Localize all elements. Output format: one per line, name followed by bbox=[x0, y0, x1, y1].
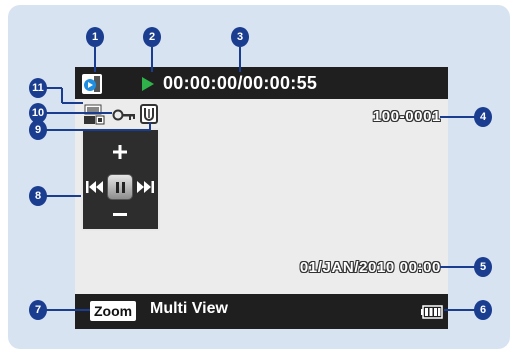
callout-badge-8: 8 bbox=[29, 186, 47, 206]
skip-previous-button[interactable] bbox=[86, 181, 104, 193]
play-status-icon bbox=[142, 77, 154, 91]
pause-button[interactable] bbox=[107, 174, 133, 200]
battery-icon bbox=[421, 305, 443, 319]
callout-badge-5: 5 bbox=[474, 257, 492, 277]
volume-down-button[interactable] bbox=[113, 213, 127, 217]
multi-view-button[interactable]: Multi View bbox=[150, 300, 228, 318]
resolution-720-hd-icon bbox=[84, 104, 105, 125]
date-time-display: 01/JAN/2010 00:00 bbox=[299, 259, 441, 276]
callout-badge-7: 7 bbox=[29, 300, 47, 320]
callout-badge-6: 6 bbox=[474, 300, 492, 320]
skip-next-button[interactable] bbox=[136, 181, 154, 193]
file-number: 100-0001 bbox=[372, 108, 441, 125]
callout-badge-4: 4 bbox=[474, 107, 492, 127]
zoom-button[interactable]: Zoom bbox=[90, 301, 137, 321]
playback-mode-icon bbox=[82, 74, 102, 94]
callout-badge-9: 9 bbox=[29, 120, 47, 140]
playback-timecode: 00:00:00/00:00:55 bbox=[163, 73, 318, 93]
callout-badge-11: 11 bbox=[29, 78, 47, 98]
volume-up-button[interactable] bbox=[113, 145, 127, 159]
callout-badge-1: 1 bbox=[86, 27, 104, 47]
callout-badge-2: 2 bbox=[143, 27, 161, 47]
callout-badge-10: 10 bbox=[29, 103, 47, 123]
anti-shake-icon bbox=[140, 104, 158, 124]
callout-badge-3: 3 bbox=[231, 27, 249, 47]
protect-key-icon bbox=[112, 109, 135, 121]
